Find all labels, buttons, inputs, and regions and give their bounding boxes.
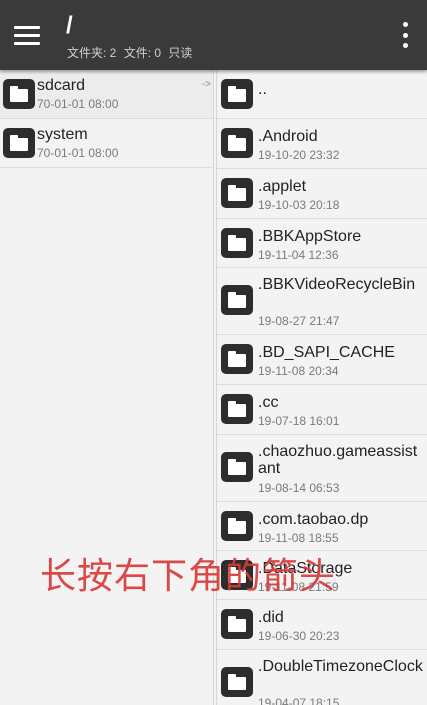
file-name: .Android [258,128,318,145]
file-date: 19-08-14 06:53 [258,481,340,495]
current-dir-indicator: -> [201,79,211,90]
file-date: 19-08-27 21:47 [258,314,340,328]
instruction-overlay-text: 长按右下角的箭头 [40,556,337,597]
file-row[interactable]: .com.taobao.dp 19-11-08 18:55 [217,502,427,551]
file-row[interactable]: .BD_SAPI_CACHE 19-11-08 20:34 [217,335,427,385]
folder-icon [3,128,35,158]
file-row[interactable]: .BBKVideoRecycleBin 19-08-27 21:47 [217,268,427,335]
folder-icon [221,178,253,208]
file-name: .BD_SAPI_CACHE [258,344,395,361]
path-title: / [66,12,73,39]
file-row[interactable]: .cc 19-07-18 16:01 [217,385,427,435]
file-date: 19-10-20 23:32 [258,148,340,162]
file-date: 19-07-18 16:01 [258,414,340,428]
file-count: 文件: 0 [123,46,162,60]
file-name: sdcard [37,77,86,94]
file-row[interactable]: .BBKAppStore 19-11-04 12:36 [217,219,427,268]
file-date: 70-01-01 08:00 [37,97,119,111]
file-row[interactable]: .DoubleTimezoneClock 19-04-07 18:15 [217,650,427,705]
folder-icon [221,285,253,315]
left-file-pane[interactable]: sdcard 70-01-01 08:00 -> system 70-01-01… [0,70,214,705]
folder-icon [221,344,253,374]
folder-icon [221,128,253,158]
file-name: .BBKVideoRecycleBin [258,276,416,293]
file-date: 19-11-04 12:36 [258,248,339,262]
file-name: .BBKAppStore [258,228,362,245]
file-name: .DoubleTimezoneClock [258,658,423,675]
file-date: 19-04-07 18:15 [258,696,340,705]
file-name: .did [258,609,284,626]
readonly-badge: 只读 [168,46,193,60]
file-date: 19-11-08 18:55 [258,531,339,545]
folder-icon [221,452,253,482]
file-row[interactable]: .did 19-06-30 20:23 [217,600,427,650]
path-summary: 文件夹: 2 文件: 0 只读 [67,44,196,61]
folder-count: 文件夹: 2 [67,46,117,60]
folder-icon [221,609,253,639]
file-date: 19-10-03 20:18 [258,198,340,212]
more-options-icon[interactable] [395,22,415,48]
file-date: 19-06-30 20:23 [258,629,340,643]
file-row-parent[interactable]: .. [217,70,427,119]
file-date: 70-01-01 08:00 [37,146,119,160]
folder-icon [221,394,253,424]
folder-icon [221,79,253,109]
folder-icon [221,667,253,697]
folder-icon [221,228,253,258]
folder-icon [3,79,35,109]
file-name: .chaozhuo.gameassistant [258,443,418,477]
file-name: system [37,126,88,143]
file-name: .applet [258,178,307,195]
file-row-sdcard[interactable]: sdcard 70-01-01 08:00 -> [0,70,213,119]
app-bar: / 文件夹: 2 文件: 0 只读 [0,0,427,70]
file-name: .cc [258,394,279,411]
file-row[interactable]: .chaozhuo.gameassistant 19-08-14 06:53 [217,435,427,502]
file-row[interactable]: .Android 19-10-20 23:32 [217,119,427,169]
menu-icon[interactable] [10,18,44,52]
right-file-pane[interactable]: .. .Android 19-10-20 23:32 .applet 19-10… [216,70,427,705]
file-date: 19-11-08 20:34 [258,364,339,378]
file-row[interactable]: .applet 19-10-03 20:18 [217,169,427,219]
file-row-system[interactable]: system 70-01-01 08:00 [0,119,213,168]
file-name: .com.taobao.dp [258,511,369,528]
file-name: .. [258,81,267,98]
folder-icon [221,511,253,541]
